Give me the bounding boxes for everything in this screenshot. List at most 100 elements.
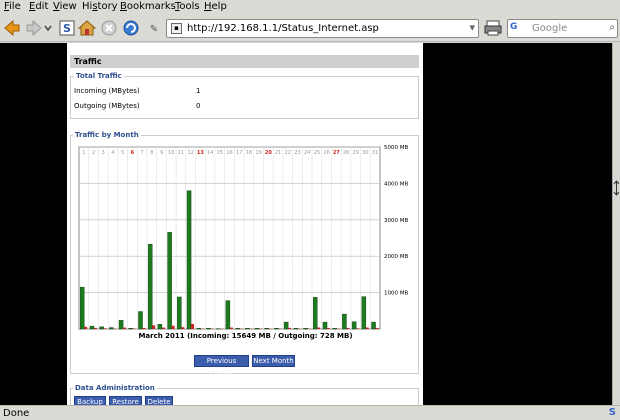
print-icon[interactable]: [483, 18, 503, 38]
outgoing-bar: [356, 328, 360, 329]
outgoing-bar: [191, 323, 194, 329]
x-tick-label: 27: [333, 150, 340, 156]
outgoing-bar: [288, 327, 292, 329]
menu-history[interactable]: History: [82, 1, 118, 12]
x-tick-label: 2: [92, 150, 95, 156]
menu-help[interactable]: Help: [204, 1, 227, 12]
x-tick-label: 12: [187, 150, 193, 156]
incoming-bar: [206, 328, 211, 330]
x-tick-label: 17: [236, 150, 242, 156]
x-tick-label: 5: [121, 150, 124, 156]
menu-edit[interactable]: Edit: [29, 1, 48, 12]
incoming-bar: [225, 300, 231, 330]
previous-month-button[interactable]: Previous Month: [194, 355, 249, 376]
y-tick-label: 4000 MB: [384, 181, 408, 187]
y-tick-label: 2000 MB: [384, 254, 408, 260]
outgoing-bar: [84, 326, 88, 329]
incoming-bar: [322, 321, 328, 330]
incoming-bar: [89, 325, 95, 330]
x-tick-label: 30: [362, 150, 368, 156]
search-box[interactable]: G Google ⌕: [507, 19, 618, 38]
incoming-bar: [303, 328, 308, 330]
back-arrow-icon[interactable]: [2, 18, 22, 38]
incoming-bar: [147, 243, 153, 330]
x-tick-label: 11: [178, 150, 184, 156]
address-bar[interactable]: ▪ http://192.168.1.1/Status_Internet.asp…: [166, 19, 479, 38]
x-tick-label: 8: [150, 150, 153, 156]
y-tick-label: 1000 MB: [384, 291, 408, 297]
incoming-bar: [118, 320, 124, 330]
x-tick-label: 9: [160, 150, 163, 156]
forward-arrow-icon[interactable]: [24, 18, 44, 38]
outgoing-bar: [123, 327, 127, 329]
x-tick-label: 14: [207, 150, 213, 156]
next-month-button[interactable]: Next Month: [252, 355, 295, 367]
url-text: http://192.168.1.1/Status_Internet.asp: [187, 23, 379, 34]
incoming-bar: [186, 190, 192, 330]
sync-icon[interactable]: S: [57, 18, 77, 38]
x-tick-label: 18: [246, 150, 252, 156]
scroll-grip-icon[interactable]: [613, 180, 620, 196]
outgoing-bar: [152, 325, 156, 329]
delete-button[interactable]: Delete: [145, 396, 173, 405]
router-status-page: Traffic Total Traffic Incoming (MBytes) …: [67, 43, 423, 405]
x-tick-label: 10: [168, 150, 174, 156]
menu-bar: File Edit View History Bookmarks Tools H…: [0, 0, 620, 14]
x-tick-label: 22: [285, 150, 291, 156]
content-area: Traffic Total Traffic Incoming (MBytes) …: [0, 43, 612, 405]
outgoing-bar: [346, 327, 350, 329]
backup-button[interactable]: Backup: [74, 396, 106, 405]
x-tick-label: 13: [197, 150, 204, 156]
x-tick-label: 29: [353, 150, 359, 156]
menu-bookmarks[interactable]: Bookmarks: [120, 1, 176, 12]
outgoing-bar: [103, 328, 107, 329]
magnifier-icon[interactable]: ⌕: [609, 22, 615, 33]
menu-file[interactable]: File: [4, 1, 21, 12]
incoming-bar: [157, 324, 163, 330]
vertical-scrollbar[interactable]: [612, 43, 620, 405]
navigation-toolbar: S ✎ ▪ http://192.168.1.1/Status_Internet…: [0, 14, 620, 42]
outgoing-bar: [365, 327, 369, 329]
x-tick-label: 23: [294, 150, 300, 156]
incoming-bar: [235, 328, 240, 330]
incoming-bar: [351, 321, 357, 330]
incoming-bar: [371, 321, 376, 330]
incoming-bar: [342, 313, 347, 330]
incoming-bar: [138, 311, 143, 330]
home-icon[interactable]: [77, 18, 97, 38]
outgoing-bar: [142, 327, 146, 329]
incoming-bar: [254, 328, 260, 330]
url-dropdown-icon[interactable]: ▾: [469, 21, 475, 34]
menu-view[interactable]: View: [53, 1, 77, 12]
stop-icon[interactable]: [99, 18, 119, 38]
outgoing-label: Outgoing (MBytes): [74, 102, 140, 110]
status-bar: Done S: [0, 405, 620, 420]
y-tick-label: 5000 MB: [384, 145, 408, 151]
traffic-section-title: Traffic: [70, 55, 419, 68]
history-dropdown-icon[interactable]: [43, 18, 53, 38]
incoming-bar: [264, 328, 269, 330]
sync-status-icon[interactable]: S: [609, 407, 616, 418]
restore-button[interactable]: Restore: [109, 396, 142, 405]
incoming-value: 1: [196, 87, 201, 95]
x-tick-label: 31: [372, 150, 378, 156]
chart-caption: March 2011 (Incoming: 15649 MB / Outgoin…: [138, 332, 353, 340]
outgoing-bar: [229, 327, 233, 329]
menu-tools[interactable]: Tools: [175, 1, 200, 12]
reload-icon[interactable]: [121, 18, 141, 38]
incoming-bar: [293, 328, 299, 330]
extension-icon[interactable]: ✎: [144, 18, 164, 38]
incoming-bar: [109, 327, 114, 330]
data-administration-panel: Data Administration Backup Restore Delet…: [70, 384, 419, 405]
x-tick-label: 19: [255, 150, 261, 156]
incoming-bar: [313, 297, 318, 330]
incoming-bar: [128, 328, 134, 330]
search-placeholder: Google: [532, 23, 568, 34]
total-traffic-legend: Total Traffic: [74, 72, 124, 80]
x-tick-label: 1: [82, 150, 85, 156]
x-tick-label: 3: [102, 150, 105, 156]
search-engine-icon[interactable]: G: [510, 22, 524, 35]
incoming-bar: [99, 326, 104, 330]
incoming-bar: [332, 328, 337, 330]
outgoing-bar: [93, 327, 97, 329]
